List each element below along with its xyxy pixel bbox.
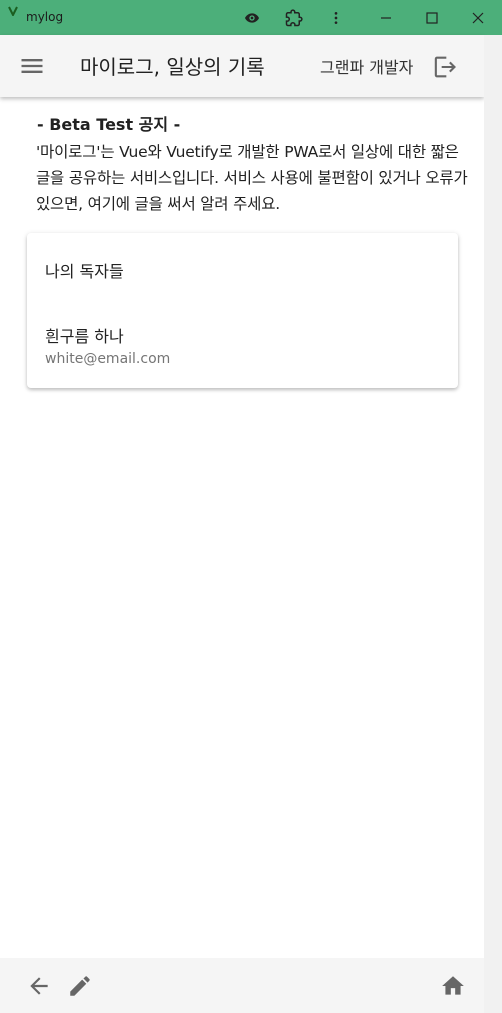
more-vert-icon[interactable] (324, 6, 348, 30)
bottom-nav (0, 958, 484, 1013)
window-title: mylog (26, 10, 64, 24)
arrow-back-icon[interactable] (26, 973, 52, 999)
window-titlebar: mylog (0, 0, 502, 35)
reader-email: white@email.com (45, 351, 171, 367)
reader-name: 흰구름 하나 (45, 327, 124, 346)
app-logo-icon (8, 6, 18, 16)
home-icon[interactable] (440, 973, 466, 999)
notice-heading: - Beta Test 공지 - (37, 115, 181, 134)
maximize-icon[interactable] (420, 6, 444, 30)
extension-icon[interactable] (282, 6, 306, 30)
page-title: 마이로그, 일상의 기록 (80, 55, 265, 79)
pencil-icon[interactable] (67, 973, 93, 999)
logout-icon[interactable] (430, 53, 458, 81)
minimize-icon[interactable] (374, 6, 398, 30)
user-name[interactable]: 그랜파 개발자 (320, 54, 413, 78)
notice-body: '마이로그'는 Vue와 Vuetify로 개발한 PWA로서 일상에 대한 짧… (36, 143, 468, 213)
card-title: 나의 독자들 (45, 262, 124, 281)
eye-icon[interactable] (240, 6, 264, 30)
readers-card: 나의 독자들 흰구름 하나 white@email.com (27, 233, 458, 388)
beta-notice: - Beta Test 공지 - '마이로그'는 Vue와 Vuetify로 개… (36, 112, 477, 213)
app-toolbar: 마이로그, 일상의 기록 그랜파 개발자 (0, 35, 484, 97)
list-item[interactable]: 흰구름 하나 white@email.com (45, 323, 170, 367)
menu-icon[interactable] (18, 52, 46, 80)
close-icon[interactable] (466, 6, 490, 30)
scrollbar[interactable] (484, 35, 502, 1013)
